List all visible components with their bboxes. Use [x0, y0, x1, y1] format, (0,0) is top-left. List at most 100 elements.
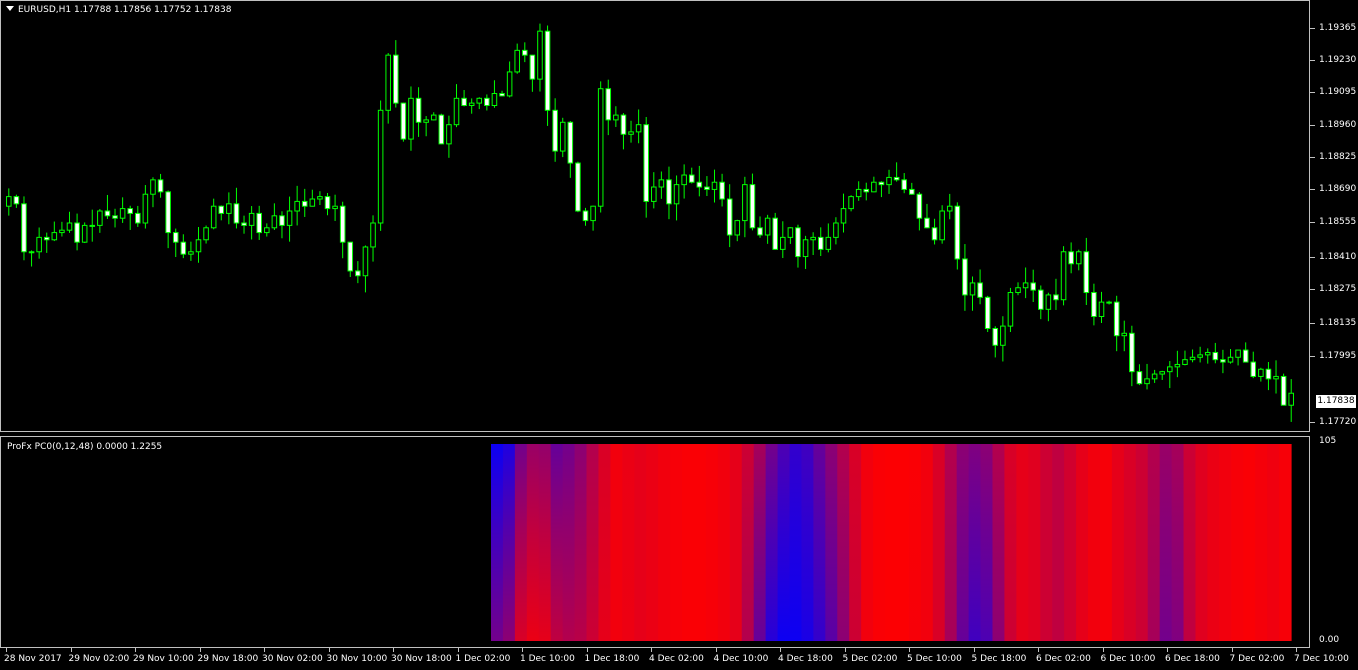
heatmap-column: [1064, 444, 1077, 641]
candle-body-bear: [582, 210, 589, 222]
candle: [66, 211, 73, 233]
heatmap-column: [873, 444, 886, 641]
candle-body-bull: [1235, 349, 1241, 358]
candle-body-bull: [1075, 251, 1082, 265]
candle: [802, 235, 809, 269]
candle-body-bull: [1060, 251, 1067, 301]
candle: [453, 84, 460, 128]
heatmap-column: [1099, 444, 1113, 641]
price-tick: [1310, 422, 1315, 423]
candle: [620, 113, 627, 150]
candle: [681, 164, 687, 199]
candle-body-bull: [1015, 287, 1021, 294]
candle-body-bear: [43, 236, 50, 241]
time-tick: [715, 648, 717, 652]
candle: [1242, 342, 1249, 363]
candle: [559, 117, 566, 158]
heatmap-column: [837, 444, 850, 641]
candle: [506, 61, 513, 98]
candle: [1022, 267, 1029, 299]
time-tick: [1102, 648, 1104, 652]
candle-body-bull: [1121, 332, 1128, 337]
candle-body-bear: [817, 236, 824, 250]
candle-body-bear: [165, 191, 171, 234]
candle: [1045, 292, 1052, 322]
candle-body-bull: [969, 282, 976, 296]
candle: [688, 167, 695, 184]
candle-body-bull: [468, 102, 475, 107]
candle-body-bear: [704, 186, 710, 190]
candle-body-bull: [51, 232, 58, 241]
candle-body-bear: [1136, 371, 1143, 385]
candle-body-bull: [787, 227, 794, 238]
candle-body-bull: [764, 217, 771, 236]
candle-body-bear: [992, 327, 999, 346]
candle: [886, 169, 892, 194]
time-tick-label: 29 Nov 10:00: [133, 654, 194, 664]
candle-body-bull: [1288, 392, 1294, 406]
candle: [605, 79, 612, 136]
candle: [248, 206, 255, 240]
heatmap-column: [1255, 444, 1268, 641]
candle: [893, 162, 900, 182]
candle: [446, 115, 452, 158]
candle-body-bull: [264, 227, 270, 234]
time-tick: [1296, 648, 1297, 652]
candle-body-bear: [324, 196, 331, 210]
candle-body-bear: [104, 210, 111, 217]
candle-body-bull: [97, 210, 103, 226]
candle: [962, 244, 968, 311]
candle: [415, 87, 422, 137]
candle: [188, 241, 194, 261]
candle-body-bull: [658, 179, 665, 188]
heatmap-column: [502, 444, 516, 641]
candle-body-bear: [393, 54, 399, 104]
candle: [408, 86, 414, 151]
candle-body-bear: [772, 217, 778, 250]
candle-body-bull: [294, 200, 300, 212]
candle: [1250, 351, 1257, 379]
price-tick-label: 1.19230: [1319, 54, 1357, 65]
heatmap-column: [550, 444, 564, 641]
time-tick-label: 5 Dec 10:00: [907, 654, 962, 664]
candle: [567, 120, 574, 178]
chart-canvas: [6, 23, 1294, 641]
candle: [1113, 295, 1120, 352]
time-tick: [1167, 648, 1168, 652]
candle-body-bull: [506, 71, 513, 97]
candle-body-bear: [499, 93, 505, 97]
candle: [1220, 349, 1226, 374]
time-tick-label: 5 Dec 02:00: [842, 654, 898, 664]
heatmap-column: [1279, 444, 1292, 641]
candle: [377, 100, 384, 231]
price-tick-label: 1.18555: [1319, 216, 1357, 227]
candle-body-bull: [226, 203, 232, 214]
candle: [977, 269, 983, 305]
candle: [370, 215, 376, 262]
candle: [1075, 249, 1082, 271]
heatmap-column: [514, 444, 528, 641]
candle: [233, 187, 240, 229]
candle: [301, 188, 308, 217]
candle: [226, 192, 232, 225]
candle-body-bull: [491, 93, 498, 107]
time-tick: [70, 648, 72, 652]
heatmap-column: [861, 444, 874, 641]
heatmap-column: [658, 444, 671, 641]
candle: [575, 161, 581, 213]
time-tick-label: 30 Nov 02:00: [262, 654, 323, 664]
candle-body-bear: [567, 121, 574, 164]
heatmap-column: [1076, 444, 1089, 641]
price-tick: [1310, 92, 1315, 94]
heatmap-column: [813, 444, 826, 641]
candle-body-bear: [157, 179, 164, 193]
candle-body-bull: [1167, 366, 1173, 373]
candle-body-bull: [453, 97, 460, 126]
candle: [924, 203, 930, 229]
candle: [658, 171, 665, 199]
candle-body-bull: [825, 236, 832, 250]
candle: [150, 177, 156, 208]
candle: [21, 196, 27, 261]
heatmap-column: [825, 444, 838, 641]
candle-body-bear: [74, 222, 80, 243]
